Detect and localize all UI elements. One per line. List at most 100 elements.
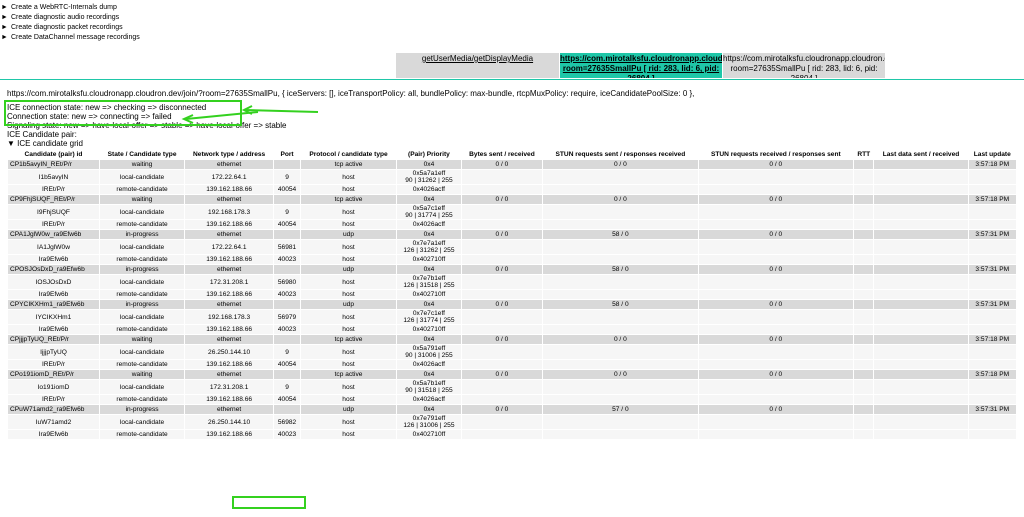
grid-cell: 0 / 0 bbox=[698, 335, 854, 344]
grid-cell: 40054 bbox=[274, 185, 300, 194]
grid-cell: 57 / 0 bbox=[543, 405, 698, 414]
grid-cell-empty bbox=[854, 360, 874, 369]
tab-peer-connection[interactable]: https://com.mirotalksfu.cloudronapp.clou… bbox=[723, 53, 885, 78]
remote-candidate-row: Ira9Efw6b remote-candidate 139.162.188.66 4… bbox=[8, 255, 1016, 264]
grid-cell: Ira9Efw6b bbox=[8, 290, 99, 299]
grid-cell-empty bbox=[854, 380, 874, 394]
grid-cell: 139.162.188.66 bbox=[185, 255, 274, 264]
local-candidate-row: IjjjpTyUQ local-candidate 26.250.144.10 9 ho… bbox=[8, 345, 1016, 359]
summary-audio-recordings[interactable]: ► Create diagnostic audio recordings bbox=[1, 13, 140, 23]
grid-cell: host bbox=[300, 170, 397, 184]
grid-cell-empty bbox=[854, 255, 874, 264]
grid-cell: Ira9Efw6b bbox=[8, 325, 99, 334]
grid-cell bbox=[874, 370, 968, 379]
grid-cell-empty bbox=[854, 290, 874, 299]
grid-cell: 0 / 0 bbox=[461, 370, 543, 379]
triangle-right-icon: ► bbox=[1, 34, 8, 41]
grid-cell-empty bbox=[874, 325, 968, 334]
grid-cell-empty bbox=[874, 170, 968, 184]
grid-cell: 172.31.208.1 bbox=[185, 275, 274, 289]
grid-cell: 0 / 0 bbox=[543, 370, 698, 379]
grid-cell-empty bbox=[698, 380, 854, 394]
summary-packet-recordings[interactable]: ► Create diagnostic packet recordings bbox=[1, 23, 140, 33]
grid-cell-empty bbox=[874, 415, 968, 429]
grid-cell-priority: 0x7e7a1eff 126 | 31262 | 255 bbox=[397, 240, 461, 254]
grid-cell: 0 / 0 bbox=[543, 335, 698, 344]
priority-breakdown: 126 | 31006 | 255 bbox=[403, 422, 455, 429]
triangle-right-icon: ► bbox=[1, 4, 8, 11]
col-header: RTT bbox=[857, 151, 871, 158]
grid-cell-empty bbox=[854, 395, 874, 404]
grid-cell-empty bbox=[461, 205, 543, 219]
grid-cell: 0 / 0 bbox=[698, 370, 854, 379]
candidate-pair-row: CPo191iomD_REt/P/r waiting ethernet tcp act… bbox=[8, 370, 1016, 379]
grid-cell: CP9FhjSUQF_REt/P/r bbox=[8, 195, 99, 204]
tab-getusermedia[interactable]: getUserMedia/getDisplayMedia bbox=[396, 53, 559, 78]
grid-cell-empty bbox=[968, 170, 1016, 184]
priority-hex: 0x5a7c1eff bbox=[412, 205, 446, 212]
grid-cell-empty bbox=[874, 360, 968, 369]
grid-cell: 3:57:31 PM bbox=[968, 405, 1016, 414]
grid-cell-empty bbox=[543, 395, 698, 404]
grid-cell: 139.162.188.66 bbox=[185, 290, 274, 299]
grid-cell: 0x4026acff bbox=[397, 395, 461, 404]
grid-cell: 0 / 0 bbox=[461, 335, 543, 344]
priority-breakdown: 90 | 31006 | 255 bbox=[405, 352, 453, 359]
ice-grid-toggle[interactable]: ▼ ICE candidate grid bbox=[7, 139, 1021, 148]
summary-datachannel-recordings[interactable]: ► Create DataChannel message recordings bbox=[1, 33, 140, 43]
grid-cell: CPo191iomD_REt/P/r bbox=[8, 370, 99, 379]
priority-hex: 0x7e7b1eff bbox=[412, 275, 446, 282]
grid-cell-empty bbox=[698, 290, 854, 299]
grid-cell: 0x4 bbox=[397, 160, 461, 169]
grid-body: CP1b5avyIN_REt/P/r waiting ethernet tcp act… bbox=[8, 160, 1016, 439]
grid-cell: waiting bbox=[99, 370, 185, 379]
grid-cell: waiting bbox=[99, 335, 185, 344]
priority-breakdown: 126 | 31774 | 255 bbox=[403, 317, 455, 324]
grid-cell-empty bbox=[461, 240, 543, 254]
port-highlight-box bbox=[232, 496, 306, 509]
grid-cell: CPOSJOsDxD_ra9Efw6b bbox=[8, 265, 99, 274]
grid-cell: in-progress bbox=[99, 405, 185, 414]
remote-candidate-row: Ira9Efw6b remote-candidate 139.162.188.66 4… bbox=[8, 325, 1016, 334]
grid-cell: 172.22.64.1 bbox=[185, 170, 274, 184]
grid-cell bbox=[854, 230, 874, 239]
col-header: State / Candidate type bbox=[107, 151, 177, 158]
grid-cell: 9 bbox=[274, 345, 300, 359]
grid-cell-priority: 0x7e7c1eff 126 | 31774 | 255 bbox=[397, 310, 461, 324]
grid-cell: 0x4 bbox=[397, 335, 461, 344]
tab-peer-connection-selected[interactable]: https://com.mirotalksfu.cloudronapp.clou… bbox=[560, 53, 722, 78]
grid-cell bbox=[274, 335, 300, 344]
grid-cell: udp bbox=[300, 300, 397, 309]
grid-cell: remote-candidate bbox=[99, 185, 185, 194]
priority-breakdown: 126 | 31262 | 255 bbox=[403, 247, 455, 254]
grid-cell: 0 / 0 bbox=[461, 230, 543, 239]
grid-cell: host bbox=[300, 275, 397, 289]
grid-cell-empty bbox=[698, 430, 854, 439]
grid-cell: ethernet bbox=[185, 370, 274, 379]
local-candidate-row: IuW71amd2 local-candidate 26.250.144.10 569… bbox=[8, 415, 1016, 429]
grid-cell-empty bbox=[968, 205, 1016, 219]
summary-webrtc-dump[interactable]: ► Create a WebRTC-Internals dump bbox=[1, 3, 140, 13]
grid-cell-empty bbox=[968, 240, 1016, 254]
grid-cell: 58 / 0 bbox=[543, 230, 698, 239]
grid-cell-priority: 0x5a791eff 90 | 31006 | 255 bbox=[397, 345, 461, 359]
grid-cell-empty bbox=[874, 395, 968, 404]
grid-cell: 0x4026acff bbox=[397, 220, 461, 229]
tab-bar: getUserMedia/getDisplayMedia https://com… bbox=[396, 53, 885, 78]
grid-cell: tcp active bbox=[300, 195, 397, 204]
grid-cell-empty bbox=[698, 310, 854, 324]
priority-breakdown: 90 | 31262 | 255 bbox=[405, 177, 453, 184]
grid-cell-priority: 0x5a7a1eff 90 | 31262 | 255 bbox=[397, 170, 461, 184]
grid-cell: ethernet bbox=[185, 160, 274, 169]
grid-cell bbox=[854, 405, 874, 414]
local-candidate-row: Io191iomD local-candidate 172.31.208.1 9 hos… bbox=[8, 380, 1016, 394]
grid-cell: ethernet bbox=[185, 300, 274, 309]
grid-cell bbox=[854, 160, 874, 169]
grid-cell-empty bbox=[854, 220, 874, 229]
grid-cell-empty bbox=[543, 185, 698, 194]
priority-breakdown: 126 | 31518 | 255 bbox=[403, 282, 455, 289]
grid-cell: Ira9Efw6b bbox=[8, 255, 99, 264]
grid-cell bbox=[854, 335, 874, 344]
grid-cell-empty bbox=[874, 185, 968, 194]
grid-cell: IjjjpTyUQ bbox=[8, 345, 99, 359]
